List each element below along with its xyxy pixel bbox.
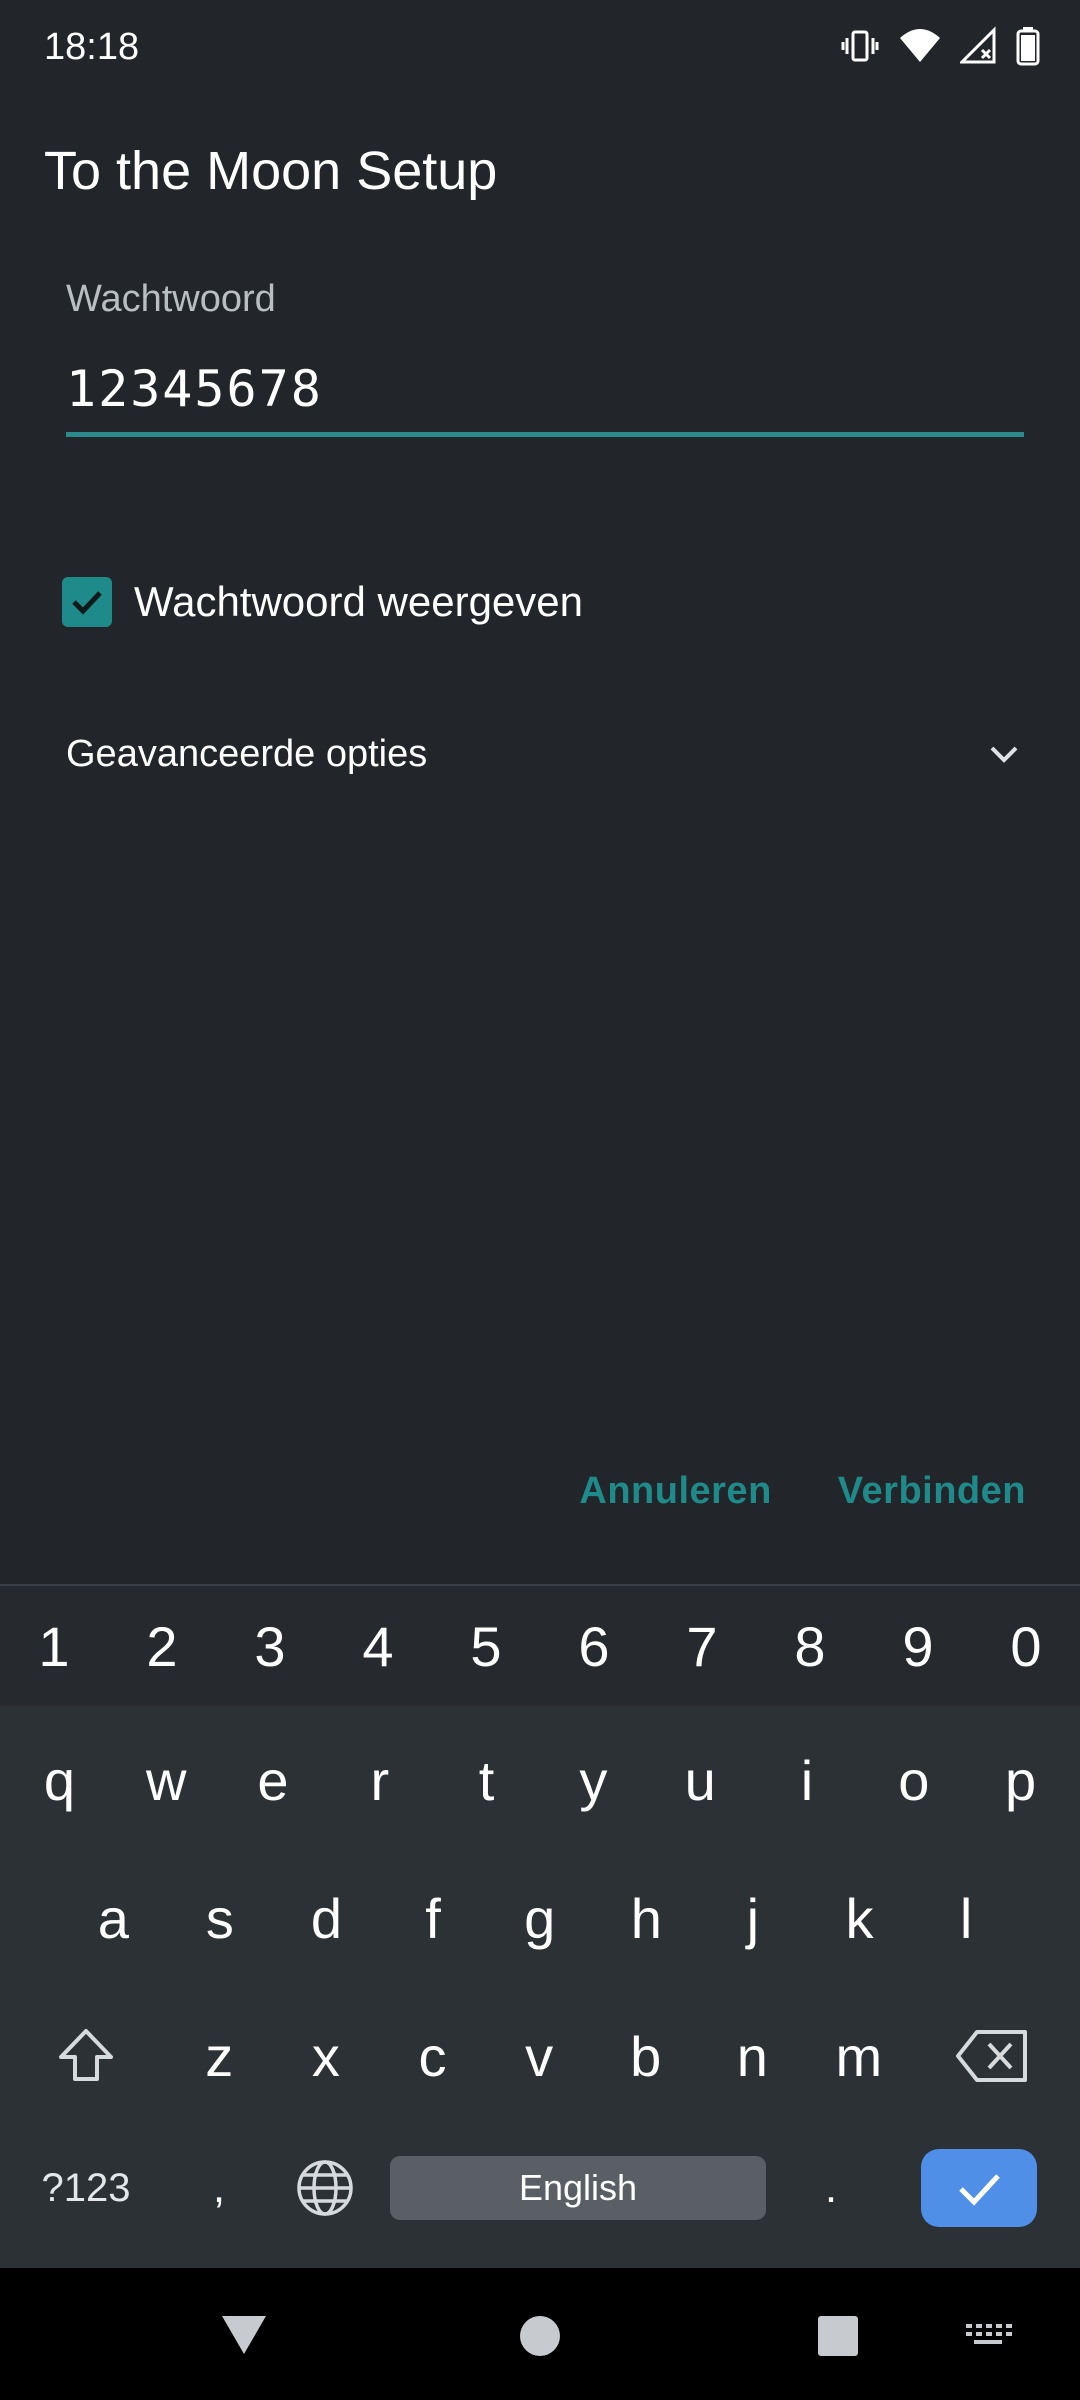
connect-button[interactable]: Verbinden bbox=[838, 1470, 1026, 1513]
key-u[interactable]: u bbox=[647, 1718, 754, 1842]
key-h[interactable]: h bbox=[593, 1856, 700, 1980]
advanced-options-label: Geavanceerde opties bbox=[66, 732, 428, 775]
chevron-down-icon bbox=[990, 746, 1018, 763]
keyboard-switcher-icon[interactable] bbox=[962, 2308, 1014, 2360]
key-8[interactable]: 8 bbox=[756, 1586, 864, 1706]
key-b[interactable]: b bbox=[592, 1994, 699, 2118]
shift-icon bbox=[59, 2029, 113, 2081]
keyboard-row-4: ?123 , English . bbox=[6, 2138, 1074, 2238]
cancel-button[interactable]: Annuleren bbox=[579, 1470, 771, 1513]
status-icons bbox=[840, 26, 1040, 66]
status-time: 18:18 bbox=[44, 26, 140, 68]
key-2[interactable]: 2 bbox=[108, 1586, 216, 1706]
key-9[interactable]: 9 bbox=[864, 1586, 972, 1706]
key-j[interactable]: j bbox=[700, 1856, 807, 1980]
show-password-checkbox-row[interactable]: Wachtwoord weergeven bbox=[62, 572, 583, 632]
period-key[interactable]: . bbox=[778, 2163, 884, 2213]
key-g[interactable]: g bbox=[486, 1856, 593, 1980]
key-w[interactable]: w bbox=[113, 1718, 220, 1842]
password-field-underline bbox=[66, 432, 1024, 437]
comma-key[interactable]: , bbox=[166, 2163, 272, 2213]
key-x[interactable]: x bbox=[273, 1994, 380, 2118]
password-field-label: Wachtwoord bbox=[66, 278, 276, 320]
show-password-label: Wachtwoord weergeven bbox=[134, 578, 583, 625]
key-i[interactable]: i bbox=[754, 1718, 861, 1842]
key-7[interactable]: 7 bbox=[648, 1586, 756, 1706]
back-icon[interactable] bbox=[218, 2308, 270, 2360]
key-p[interactable]: p bbox=[967, 1718, 1074, 1842]
advanced-options-toggle[interactable]: Geavanceerde opties bbox=[66, 724, 1024, 784]
keyboard-row-3: z x c v b n m bbox=[6, 1994, 1074, 2118]
key-v[interactable]: v bbox=[486, 1994, 593, 2118]
setup-form: Wachtwoord Wachtwoord weergeven Geavance… bbox=[0, 246, 1080, 1584]
check-icon bbox=[72, 591, 102, 615]
recents-icon[interactable] bbox=[812, 2308, 864, 2360]
enter-key[interactable] bbox=[921, 2149, 1037, 2227]
checkmark-icon bbox=[959, 2174, 1000, 2206]
symbols-key[interactable]: ?123 bbox=[6, 2166, 166, 2211]
key-e[interactable]: e bbox=[220, 1718, 327, 1842]
key-6[interactable]: 6 bbox=[540, 1586, 648, 1706]
key-5[interactable]: 5 bbox=[432, 1586, 540, 1706]
key-y[interactable]: y bbox=[540, 1718, 647, 1842]
keyboard-row-1: q w e r t y u i o p bbox=[6, 1718, 1074, 1842]
key-n[interactable]: n bbox=[699, 1994, 806, 2118]
globe-icon bbox=[297, 2160, 353, 2216]
key-r[interactable]: r bbox=[326, 1718, 433, 1842]
space-key[interactable]: English bbox=[390, 2156, 766, 2220]
key-t[interactable]: t bbox=[433, 1718, 540, 1842]
key-z[interactable]: z bbox=[166, 1994, 273, 2118]
dialog-actions: Annuleren Verbinden bbox=[579, 1470, 1026, 1513]
vibrate-icon bbox=[841, 30, 879, 62]
key-4[interactable]: 4 bbox=[324, 1586, 432, 1706]
key-f[interactable]: f bbox=[380, 1856, 487, 1980]
key-l[interactable]: l bbox=[913, 1856, 1020, 1980]
key-1[interactable]: 1 bbox=[0, 1586, 108, 1706]
key-3[interactable]: 3 bbox=[216, 1586, 324, 1706]
key-d[interactable]: d bbox=[273, 1856, 380, 1980]
backspace-key[interactable] bbox=[912, 1994, 1072, 2118]
page-title: To the Moon Setup bbox=[44, 141, 498, 201]
key-o[interactable]: o bbox=[860, 1718, 967, 1842]
app-bar: To the Moon Setup bbox=[0, 96, 1080, 246]
keyboard-number-row: 1 2 3 4 5 6 7 8 9 0 bbox=[0, 1586, 1080, 1706]
navigation-bar bbox=[0, 2268, 1080, 2400]
wifi-icon bbox=[900, 29, 940, 62]
key-k[interactable]: k bbox=[806, 1856, 913, 1980]
key-0[interactable]: 0 bbox=[972, 1586, 1080, 1706]
space-key-wrapper: English bbox=[378, 2156, 778, 2220]
key-a[interactable]: a bbox=[60, 1856, 167, 1980]
keyboard-row-2: a s d f g h j k l bbox=[60, 1856, 1020, 1980]
key-s[interactable]: s bbox=[167, 1856, 274, 1980]
key-c[interactable]: c bbox=[379, 1994, 486, 2118]
home-icon[interactable] bbox=[514, 2308, 566, 2360]
key-q[interactable]: q bbox=[6, 1718, 113, 1842]
battery-icon bbox=[1016, 27, 1040, 66]
cell-signal-no-service-icon bbox=[960, 26, 996, 64]
shift-key[interactable] bbox=[6, 1994, 166, 2118]
password-field[interactable] bbox=[66, 356, 1024, 422]
key-m[interactable]: m bbox=[806, 1994, 913, 2118]
soft-keyboard: 1 2 3 4 5 6 7 8 9 0 q w e r t y u i o p … bbox=[0, 1584, 1080, 2270]
backspace-icon bbox=[956, 2030, 1028, 2082]
enter-key-wrapper bbox=[884, 2149, 1074, 2227]
status-bar: 18:18 bbox=[0, 0, 1080, 96]
show-password-checkbox[interactable] bbox=[62, 577, 112, 627]
language-key[interactable] bbox=[272, 2157, 378, 2219]
